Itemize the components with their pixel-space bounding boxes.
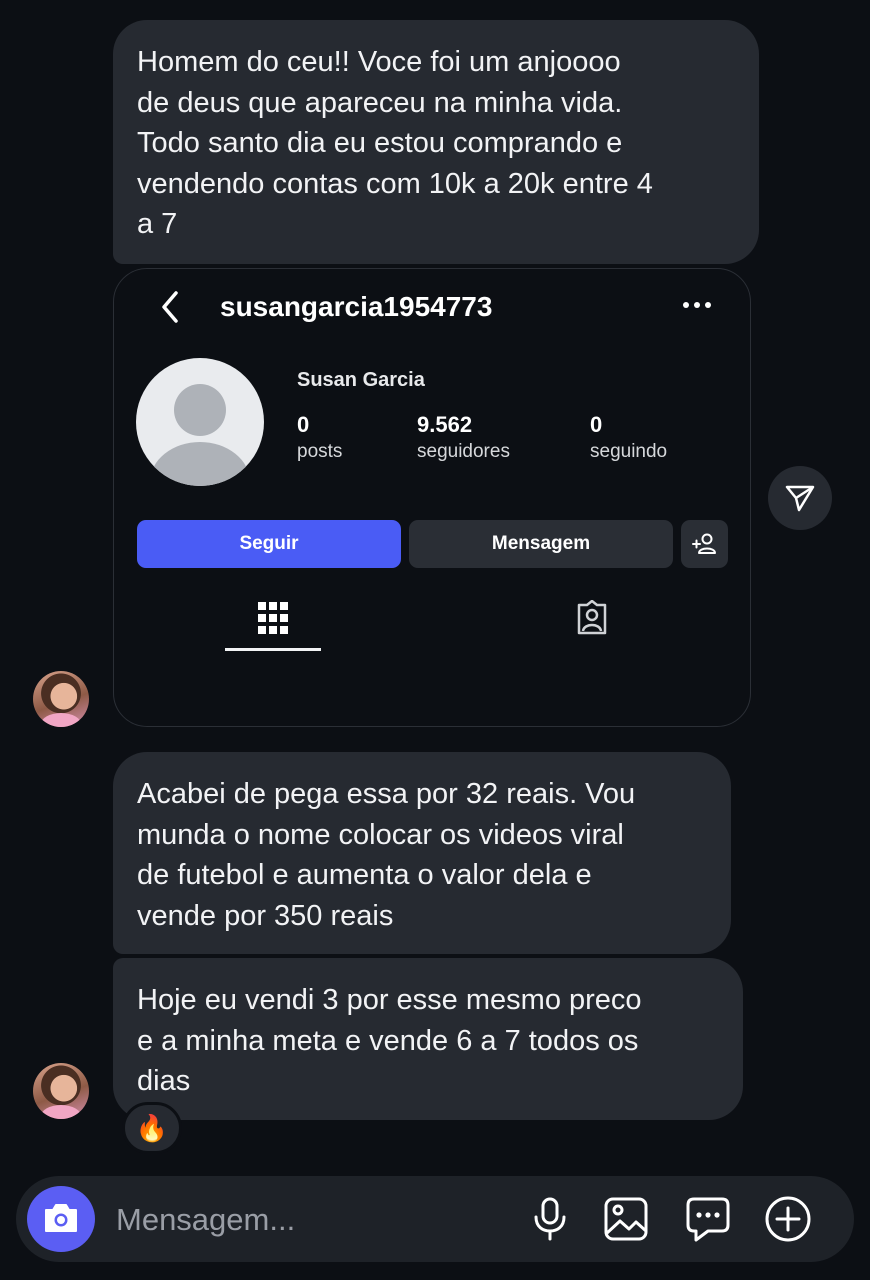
- message-button[interactable]: Mensagem: [409, 520, 673, 568]
- shared-profile-card[interactable]: susangarcia1954773 Susan Garcia 0 posts …: [113, 268, 751, 727]
- posts-count: 0: [297, 412, 310, 437]
- grid-icon: [258, 602, 288, 634]
- tab-posts-grid[interactable]: [225, 590, 321, 650]
- posts-stat: 0 posts: [297, 411, 342, 465]
- tagged-posts-icon[interactable]: [574, 600, 610, 636]
- camera-icon: [45, 1204, 77, 1232]
- reaction-badge[interactable]: 🔥: [122, 1102, 182, 1154]
- more-options-icon[interactable]: [680, 293, 714, 317]
- profile-username: susangarcia1954773: [220, 291, 493, 322]
- following-stat[interactable]: 0 seguindo: [590, 411, 667, 465]
- message-bubble[interactable]: Hoje eu vendi 3 por esse mesmo preco e a…: [113, 958, 743, 1120]
- follow-button[interactable]: Seguir: [137, 520, 401, 568]
- following-count: 0: [590, 412, 603, 437]
- posts-label: posts: [297, 441, 343, 462]
- profile-full-name: Susan Garcia: [297, 369, 425, 391]
- profile-picture-placeholder: [136, 358, 264, 486]
- gallery-icon[interactable]: [602, 1195, 650, 1243]
- chat-sticker-icon[interactable]: [684, 1195, 732, 1243]
- message-text: Homem do ceu!! Voce foi um anjoooo de de…: [137, 46, 653, 240]
- microphone-icon[interactable]: [526, 1195, 574, 1243]
- send-icon: [785, 485, 815, 512]
- following-label: seguindo: [590, 441, 668, 462]
- add-content-icon[interactable]: [764, 1195, 812, 1243]
- sender-avatar[interactable]: [33, 671, 89, 727]
- message-bubble[interactable]: Acabei de pega essa por 32 reais. Vou mu…: [113, 752, 731, 954]
- active-tab-indicator: [225, 648, 321, 651]
- followers-label: seguidores: [417, 441, 510, 462]
- message-input[interactable]: [114, 1196, 518, 1244]
- sender-avatar[interactable]: [33, 1063, 89, 1119]
- add-friend-button[interactable]: [681, 520, 728, 568]
- followers-stat[interactable]: 9.562 seguidores: [417, 411, 510, 465]
- message-text: Hoje eu vendi 3 por esse mesmo preco e a…: [137, 984, 642, 1097]
- share-button[interactable]: [768, 466, 832, 530]
- message-bubble[interactable]: Homem do ceu!! Voce foi um anjoooo de de…: [113, 20, 759, 264]
- followers-count: 9.562: [417, 412, 473, 437]
- back-arrow-icon[interactable]: [156, 289, 186, 325]
- message-composer: [16, 1176, 854, 1262]
- message-text: Acabei de pega essa por 32 reais. Vou mu…: [137, 778, 636, 932]
- camera-button[interactable]: [27, 1186, 95, 1252]
- add-person-icon: [692, 533, 716, 554]
